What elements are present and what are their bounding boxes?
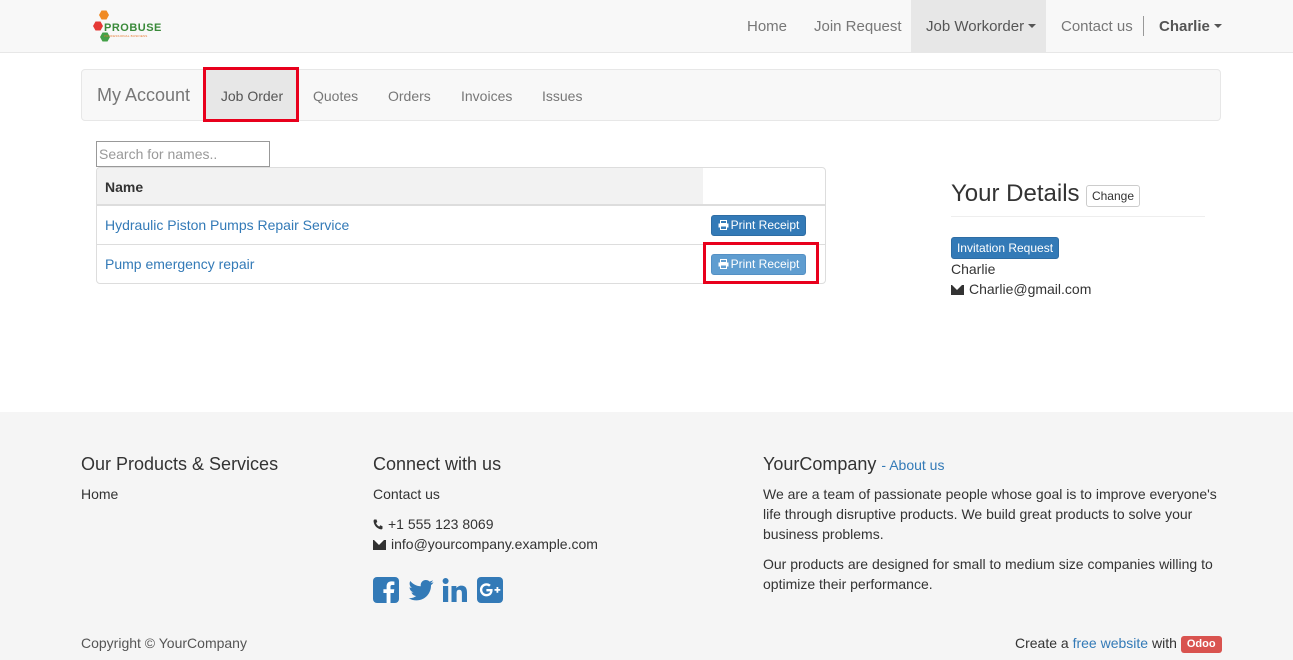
envelope-icon	[951, 285, 964, 295]
search-input[interactable]	[96, 141, 270, 167]
nav-contact-us[interactable]: Contact us	[1061, 0, 1133, 52]
column-header-name: Name	[105, 179, 144, 195]
table-row: Hydraulic Piston Pumps Repair Service Pr…	[97, 206, 825, 245]
footer-about-paragraph-1: We are a team of passionate people whose…	[763, 486, 1217, 542]
tab-orders[interactable]: Orders	[388, 70, 431, 120]
footer-about-paragraph-2: Our products are designed for small to m…	[763, 556, 1213, 592]
row-name-link[interactable]: Pump emergency repair	[105, 256, 254, 272]
details-divider	[951, 216, 1205, 217]
highlight-box-job-order	[203, 67, 299, 122]
logo-text: PROBUSE	[104, 22, 162, 34]
footer-connect-title: Connect with us	[373, 454, 502, 474]
account-title[interactable]: My Account	[97, 85, 190, 106]
logo-hex-red	[93, 21, 103, 31]
footer-email: info@yourcompany.example.com	[373, 536, 598, 552]
chevron-down-icon	[1213, 24, 1222, 29]
nav-home[interactable]: Home	[747, 0, 787, 52]
footer-company-title: YourCompany - About us	[763, 454, 944, 475]
details-title: Your Details	[951, 180, 1080, 207]
user-name: Charlie	[1159, 18, 1210, 35]
user-menu[interactable]: Charlie	[1159, 0, 1222, 52]
logo-hex-orange	[99, 10, 109, 20]
footer-free-website-link[interactable]: free website	[1073, 635, 1148, 651]
footer-about-link[interactable]: - About us	[881, 457, 944, 473]
footer-contact-link[interactable]: Contact us	[373, 486, 440, 502]
top-navbar: PROBUSE PROFESSIONAL BUSINESS Home Join …	[0, 0, 1293, 53]
change-details-button[interactable]: Change	[1086, 185, 1140, 207]
twitter-icon[interactable]	[408, 577, 434, 603]
footer-products-title: Our Products & Services	[81, 454, 279, 474]
tab-invoices[interactable]: Invoices	[461, 70, 512, 120]
details-name: Charlie	[951, 261, 996, 277]
footer-phone-text: +1 555 123 8069	[388, 516, 494, 532]
footer-create-prefix: Create a	[1015, 635, 1069, 651]
row-name-link[interactable]: Hydraulic Piston Pumps Repair Service	[105, 217, 349, 233]
footer-copyright: Copyright © YourCompany	[81, 635, 247, 651]
logo-subtext: PROFESSIONAL BUSINESS	[104, 34, 148, 38]
print-receipt-label: Print Receipt	[730, 218, 800, 232]
table-header: Name	[97, 168, 703, 205]
invitation-request-button[interactable]: Invitation Request	[951, 237, 1059, 259]
footer-home-link[interactable]: Home	[81, 486, 118, 502]
envelope-icon	[373, 540, 386, 550]
footer-company-name: YourCompany	[763, 454, 877, 474]
tab-quotes[interactable]: Quotes	[313, 70, 358, 120]
print-receipt-button[interactable]: Print Receipt	[711, 215, 806, 236]
chevron-down-icon	[1028, 24, 1037, 29]
footer-phone: +1 555 123 8069	[373, 516, 494, 532]
footer-create-with: with	[1151, 635, 1177, 651]
company-logo[interactable]: PROBUSE PROFESSIONAL BUSINESS	[90, 9, 170, 45]
details-email: Charlie@gmail.com	[951, 281, 1091, 297]
odoo-badge[interactable]: Odoo	[1180, 636, 1222, 653]
phone-icon	[373, 519, 383, 530]
footer-email-text: info@yourcompany.example.com	[391, 536, 598, 552]
google-plus-icon[interactable]	[477, 577, 503, 603]
nav-divider	[1143, 16, 1144, 36]
highlight-box-print-receipt	[703, 242, 819, 284]
nav-join-request[interactable]: Join Request	[814, 0, 902, 52]
linkedin-icon[interactable]	[442, 577, 468, 603]
facebook-icon[interactable]	[373, 577, 399, 603]
nav-job-workorder[interactable]: Job Workorder	[911, 0, 1046, 52]
footer-powered-by: Create a free website with Odoo	[1015, 635, 1222, 653]
tab-issues[interactable]: Issues	[542, 70, 582, 120]
details-email-text: Charlie@gmail.com	[969, 281, 1092, 297]
printer-icon	[718, 220, 729, 230]
nav-job-workorder-label: Job Workorder	[926, 18, 1025, 35]
